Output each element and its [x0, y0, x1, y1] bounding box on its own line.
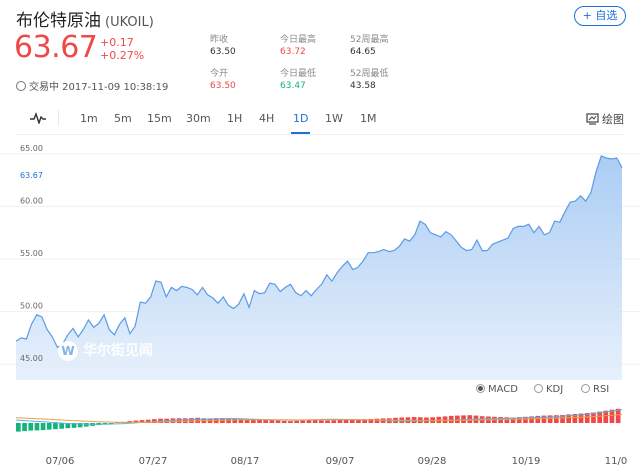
- stat-label: 今开: [210, 69, 229, 79]
- tab-1d[interactable]: 1D: [290, 112, 312, 134]
- stat-value: 63.50: [210, 81, 236, 91]
- macd-bar: [312, 420, 318, 423]
- change-percent: +0.27%: [100, 49, 145, 62]
- draw-icon: [586, 113, 599, 125]
- macd-bar: [288, 421, 293, 423]
- tab-1h[interactable]: 1H: [227, 112, 242, 125]
- macd-bar: [306, 420, 312, 423]
- instrument-name: 布伦特原油: [16, 11, 101, 31]
- line-chart-icon[interactable]: [30, 112, 46, 124]
- stat-52w-high: 52周最高 64.65: [350, 34, 388, 58]
- x-tick-label: 07/06: [45, 456, 75, 467]
- tab-1mo[interactable]: 1M: [360, 112, 377, 125]
- macd-bar: [189, 418, 194, 423]
- x-tick-label: 07/27: [138, 456, 168, 467]
- stat-label: 昨收: [210, 35, 229, 45]
- macd-bar: [232, 418, 238, 423]
- trading-status: 交易中 2017-11-09 10:38:19: [16, 78, 168, 93]
- tab-1m[interactable]: 1m: [80, 112, 98, 125]
- macd-bar: [294, 420, 299, 423]
- macd-bar: [275, 420, 281, 423]
- radio-icon: [581, 384, 590, 393]
- macd-bar: [325, 420, 330, 423]
- stat-value: 64.65: [350, 47, 376, 57]
- indicator-kdj[interactable]: KDJ: [534, 384, 563, 395]
- y-tick-label: 45.00: [20, 354, 43, 363]
- indicator-rsi[interactable]: RSI: [581, 384, 609, 395]
- y-tick-label: 50.00: [20, 302, 43, 311]
- add-to-watchlist-button[interactable]: + 自选: [574, 6, 626, 26]
- x-tick-label: 08/17: [230, 456, 260, 467]
- macd-bar: [28, 423, 34, 431]
- x-tick-label: 09/07: [325, 456, 355, 467]
- watermark-text: 华尔街见闻: [83, 343, 153, 359]
- status-text: 交易中 2017-11-09 10:38:19: [29, 82, 169, 93]
- radio-icon: [534, 384, 543, 393]
- last-price-label: 63.67: [20, 171, 43, 180]
- y-tick-label: 65.00: [20, 144, 43, 153]
- stat-52w-low: 52周最低 43.58: [350, 68, 388, 92]
- tab-5m[interactable]: 5m: [114, 112, 132, 125]
- stat-label: 52周最高: [350, 35, 389, 45]
- macd-bar: [176, 418, 182, 424]
- radio-icon: [476, 384, 485, 393]
- macd-bar: [337, 420, 343, 423]
- x-tick-label: 11/0: [604, 456, 628, 467]
- stat-value: 63.50: [210, 47, 236, 57]
- change-absolute: +0.17: [100, 36, 134, 49]
- timeframe-tabs: 1m 5m 15m 30m 1H 4H 1D 1W 1M: [16, 106, 624, 135]
- tab-30m[interactable]: 30m: [186, 112, 211, 125]
- indicator-label: KDJ: [546, 384, 564, 395]
- macd-bar: [22, 423, 27, 432]
- macd-bar: [46, 423, 52, 430]
- stat-open: 今开 63.50: [210, 68, 236, 92]
- macd-bar: [269, 420, 275, 423]
- macd-bar: [263, 420, 268, 423]
- price-change: +0.17 +0.27%: [100, 36, 144, 62]
- stat-value: 63.72: [280, 47, 306, 57]
- tab-15m[interactable]: 15m: [147, 112, 172, 125]
- instrument-code: (UKOIL): [105, 15, 154, 30]
- macd-bar: [343, 420, 349, 423]
- macd-bar: [59, 423, 64, 429]
- stat-value: 43.58: [350, 81, 376, 91]
- y-tick-label: 60.00: [20, 196, 43, 205]
- draw-tool-button[interactable]: 绘图: [586, 111, 624, 127]
- stat-value: 63.47: [280, 81, 306, 91]
- watermark-logo-icon: W: [58, 341, 78, 361]
- stat-day-high: 今日最高 63.72: [280, 34, 316, 58]
- tab-4h[interactable]: 4H: [259, 112, 274, 125]
- x-tick-label: 10/19: [511, 456, 541, 467]
- macd-bar: [300, 420, 306, 423]
- current-price: 63.67: [14, 30, 98, 65]
- indicator-macd[interactable]: MACD: [476, 384, 518, 395]
- watermark: W 华尔街见闻: [58, 340, 153, 361]
- x-tick-label: 09/28: [417, 456, 447, 467]
- stat-label: 今日最高: [280, 35, 317, 45]
- clock-icon: [16, 81, 26, 91]
- divider: [58, 110, 59, 126]
- macd-chart[interactable]: [0, 396, 640, 452]
- draw-label: 绘图: [602, 113, 624, 126]
- instrument-title: 布伦特原油 (UKOIL): [16, 6, 154, 31]
- stat-day-low: 今日最低 63.47: [280, 68, 316, 92]
- stat-label: 今日最低: [280, 69, 317, 79]
- macd-bar: [195, 417, 200, 423]
- macd-bar: [183, 418, 188, 424]
- indicator-label: MACD: [488, 384, 518, 395]
- macd-bar: [40, 423, 46, 431]
- macd-bar: [53, 423, 58, 430]
- stat-label: 52周最低: [350, 69, 389, 79]
- macd-bar: [34, 423, 40, 431]
- macd-bar: [84, 423, 89, 427]
- macd-bar: [319, 420, 324, 423]
- y-tick-label: 55.00: [20, 249, 43, 258]
- stat-prev-close: 昨收 63.50: [210, 34, 236, 58]
- macd-bar: [16, 423, 21, 432]
- tab-1w[interactable]: 1W: [325, 112, 343, 125]
- macd-bar: [331, 420, 337, 423]
- macd-bar: [374, 418, 380, 423]
- indicator-label: RSI: [593, 384, 610, 395]
- macd-bar: [281, 420, 287, 423]
